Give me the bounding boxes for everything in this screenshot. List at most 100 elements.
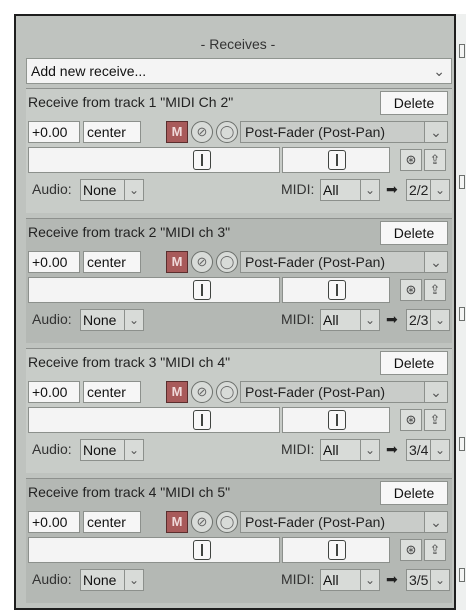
audio-channel-value: None [83,312,117,328]
midi-source-select[interactable]: All ⌄ [320,439,380,461]
rail-marker [459,307,465,321]
chevron-down-icon: ⌄ [124,310,143,330]
route-icon[interactable]: ⇪ [424,279,446,301]
phase-invert-button[interactable]: ⊘ [191,381,213,403]
mono-stereo-button[interactable]: ◯ [216,381,238,403]
chevron-down-icon: ⌄ [360,310,379,330]
mute-button[interactable]: M [166,511,188,533]
midi-dest-value: 3/5 [409,572,429,588]
chevron-down-icon: ⌄ [430,440,449,460]
audio-channel-select[interactable]: None ⌄ [80,179,144,201]
pan-field[interactable]: center [83,121,141,143]
volume-field[interactable]: +0.00 [28,381,80,403]
phase-invert-button[interactable]: ⊘ [191,511,213,533]
mute-button[interactable]: M [166,381,188,403]
mono-stereo-button[interactable]: ◯ [216,121,238,143]
pan-fader[interactable] [282,147,390,173]
volume-fader-knob[interactable] [193,540,211,560]
rail-marker [459,44,465,58]
mono-stereo-button[interactable]: ◯ [216,251,238,273]
volume-field[interactable]: +0.00 [28,251,80,273]
audio-channel-select[interactable]: None ⌄ [80,309,144,331]
volume-field[interactable]: +0.00 [28,511,80,533]
chevron-down-icon: ⌄ [424,382,447,402]
phase-invert-button[interactable]: ⊘ [191,251,213,273]
delete-button[interactable]: Delete [380,351,448,375]
audio-label: Audio: [32,571,72,587]
arrow-right-icon: ➡ [386,441,398,457]
receive-title: Receive from track 2 "MIDI ch 3" [28,224,231,240]
volume-fader[interactable] [28,407,280,433]
audio-channel-value: None [83,572,117,588]
audio-channel-select[interactable]: None ⌄ [80,439,144,461]
chevron-down-icon: ⌄ [360,440,379,460]
send-mode-select[interactable]: Post-Fader (Post-Pan) ⌄ [240,121,448,143]
midi-dest-value: 2/3 [409,312,429,328]
route-icon[interactable]: ⇪ [424,409,446,431]
midi-dest-select[interactable]: 3/4 ⌄ [406,439,450,461]
midi-source-value: All [323,182,339,198]
receive-section-4: Receive from track 4 "MIDI ch 5" Delete … [26,478,452,603]
send-mode-select[interactable]: Post-Fader (Post-Pan) ⌄ [240,251,448,273]
delete-button[interactable]: Delete [380,481,448,505]
midi-dest-select[interactable]: 2/2 ⌄ [406,179,450,201]
chevron-down-icon: ⌄ [430,180,449,200]
pan-fader-knob[interactable] [328,540,346,560]
midi-dest-value: 3/4 [409,442,429,458]
rail-marker [459,568,465,582]
pan-field[interactable]: center [83,251,141,273]
envelope-icon[interactable]: ⊛ [400,409,422,431]
send-mode-select[interactable]: Post-Fader (Post-Pan) ⌄ [240,511,448,533]
midi-label: MIDI: [281,181,315,197]
receive-section-2: Receive from track 2 "MIDI ch 3" Delete … [26,218,452,343]
envelope-icon[interactable]: ⊛ [400,149,422,171]
chevron-down-icon: ⌄ [430,310,449,330]
chevron-down-icon: ⌄ [124,180,143,200]
volume-fader-knob[interactable] [193,150,211,170]
midi-source-value: All [323,572,339,588]
receive-title: Receive from track 1 "MIDI Ch 2" [28,94,234,110]
pan-field[interactable]: center [83,381,141,403]
envelope-icon[interactable]: ⊛ [400,539,422,561]
mono-stereo-button[interactable]: ◯ [216,511,238,533]
pan-fader[interactable] [282,407,390,433]
midi-source-select[interactable]: All ⌄ [320,309,380,331]
envelope-icon[interactable]: ⊛ [400,279,422,301]
chevron-down-icon: ⌄ [433,63,445,79]
mute-button[interactable]: M [166,251,188,273]
audio-channel-value: None [83,442,117,458]
pan-fader-knob[interactable] [328,150,346,170]
volume-fader-knob[interactable] [193,410,211,430]
delete-button[interactable]: Delete [380,91,448,115]
midi-source-select[interactable]: All ⌄ [320,569,380,591]
midi-label: MIDI: [281,441,315,457]
pan-fader[interactable] [282,537,390,563]
chevron-down-icon: ⌄ [124,440,143,460]
pan-field[interactable]: center [83,511,141,533]
route-icon[interactable]: ⇪ [424,149,446,171]
audio-label: Audio: [32,311,72,327]
phase-invert-button[interactable]: ⊘ [191,121,213,143]
midi-dest-select[interactable]: 2/3 ⌄ [406,309,450,331]
midi-dest-select[interactable]: 3/5 ⌄ [406,569,450,591]
route-icon[interactable]: ⇪ [424,539,446,561]
delete-button[interactable]: Delete [380,221,448,245]
volume-field[interactable]: +0.00 [28,121,80,143]
pan-fader[interactable] [282,277,390,303]
audio-label: Audio: [32,181,72,197]
receive-title: Receive from track 3 "MIDI ch 4" [28,354,231,370]
pan-fader-knob[interactable] [328,280,346,300]
send-mode-select[interactable]: Post-Fader (Post-Pan) ⌄ [240,381,448,403]
volume-fader-knob[interactable] [193,280,211,300]
pan-fader-knob[interactable] [328,410,346,430]
volume-fader[interactable] [28,537,280,563]
volume-fader[interactable] [28,147,280,173]
audio-channel-select[interactable]: None ⌄ [80,569,144,591]
midi-label: MIDI: [281,571,315,587]
mute-button[interactable]: M [166,121,188,143]
arrow-right-icon: ➡ [386,571,398,587]
rail-marker [459,437,465,451]
midi-source-select[interactable]: All ⌄ [320,179,380,201]
add-new-receive-dropdown[interactable]: Add new receive... ⌄ [26,58,452,84]
volume-fader[interactable] [28,277,280,303]
